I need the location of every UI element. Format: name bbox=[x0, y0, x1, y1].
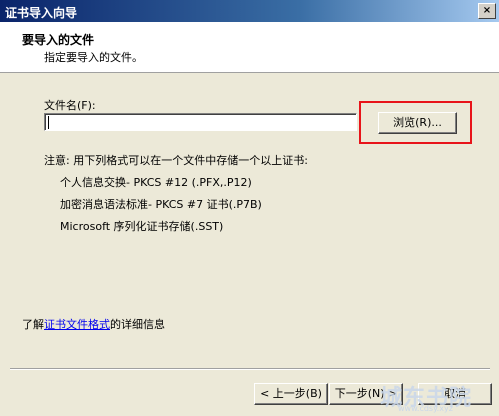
highlight-box bbox=[359, 101, 472, 144]
file-name-input[interactable] bbox=[44, 113, 357, 131]
format-item: Microsoft 序列化证书存储(.SST) bbox=[60, 220, 224, 233]
close-button[interactable]: × bbox=[478, 3, 496, 19]
page-title: 要导入的文件 bbox=[22, 33, 95, 47]
note-heading: 注意: 用下列格式可以在一个文件中存储一个以上证书: bbox=[44, 154, 308, 167]
back-button[interactable]: < 上一步(B) bbox=[254, 383, 328, 405]
format-item: 个人信息交换- PKCS #12 (.PFX,.P12) bbox=[60, 176, 252, 189]
title-bar: 证书导入向导 × bbox=[0, 0, 499, 22]
more-info-text: 了解证书文件格式的详细信息 bbox=[22, 316, 165, 332]
more-info-prefix: 了解 bbox=[22, 318, 44, 331]
more-info-suffix: 的详细信息 bbox=[110, 318, 165, 331]
format-item: 加密消息语法标准- PKCS #7 证书(.P7B) bbox=[60, 198, 262, 211]
window-title: 证书导入向导 bbox=[5, 6, 78, 20]
file-name-label: 文件名(F): bbox=[44, 99, 96, 112]
watermark-url: www.cdsy.xyz bbox=[398, 404, 453, 413]
page-subtitle: 指定要导入的文件。 bbox=[44, 51, 143, 64]
cert-format-link[interactable]: 证书文件格式 bbox=[44, 318, 110, 331]
wizard-header: 要导入的文件 指定要导入的文件。 bbox=[0, 22, 499, 73]
footer-divider bbox=[10, 368, 490, 370]
text-caret bbox=[48, 116, 49, 129]
